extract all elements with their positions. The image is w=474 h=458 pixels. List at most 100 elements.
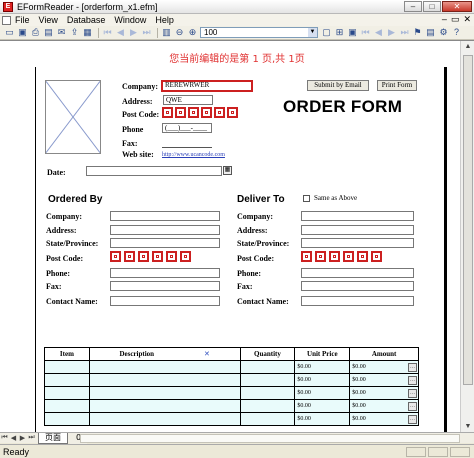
properties-icon[interactable]: ▤ bbox=[425, 27, 436, 38]
quantity-cell[interactable] bbox=[239, 386, 296, 400]
postcode-box[interactable] bbox=[201, 107, 212, 118]
item-cell[interactable] bbox=[44, 373, 90, 387]
export-icon[interactable]: ⇪ bbox=[69, 27, 80, 38]
tab-page[interactable]: 页面 bbox=[38, 432, 68, 444]
zoom-in-icon[interactable]: ⊕ bbox=[187, 27, 198, 38]
scrollbar-thumb[interactable] bbox=[463, 55, 473, 385]
postcode-box[interactable] bbox=[175, 107, 186, 118]
same-as-above-checkbox[interactable] bbox=[303, 195, 310, 202]
item-cell[interactable] bbox=[44, 386, 90, 400]
unit-price-cell[interactable]: $0.00 bbox=[294, 386, 351, 400]
page-setup-icon[interactable]: ▥ bbox=[161, 27, 172, 38]
postcode-box[interactable] bbox=[162, 107, 173, 118]
close-button[interactable]: ✕ bbox=[442, 1, 472, 12]
unit-price-cell[interactable]: $0.00 bbox=[294, 360, 351, 374]
tab-prev-icon[interactable]: ◀ bbox=[9, 434, 18, 442]
ordered-contact-input[interactable] bbox=[110, 296, 220, 306]
amount-cell[interactable]: $0.00… bbox=[349, 360, 419, 374]
ordered-address-input[interactable] bbox=[110, 225, 220, 235]
nav-first-icon[interactable]: ⏮ bbox=[360, 27, 371, 38]
postcode-box[interactable] bbox=[188, 107, 199, 118]
mdi-close-button[interactable]: ✕ bbox=[463, 14, 471, 25]
scroll-down-icon[interactable]: ▼ bbox=[462, 421, 474, 432]
calendar-icon[interactable]: ▦ bbox=[223, 166, 232, 175]
amount-cell[interactable]: $0.00… bbox=[349, 386, 419, 400]
first-page-icon[interactable]: ⏮ bbox=[102, 27, 113, 38]
menu-view[interactable]: View bbox=[39, 15, 58, 25]
postcode-box[interactable] bbox=[315, 251, 326, 262]
tab-first-icon[interactable]: ⏮ bbox=[0, 434, 9, 442]
preview-icon[interactable]: ▤ bbox=[43, 27, 54, 38]
deliver-fax-input[interactable] bbox=[301, 281, 414, 291]
menu-file[interactable]: File bbox=[15, 15, 30, 25]
date-input[interactable] bbox=[86, 166, 222, 176]
deliver-company-input[interactable] bbox=[301, 211, 414, 221]
description-cell[interactable] bbox=[88, 399, 241, 413]
photo-placeholder[interactable] bbox=[45, 80, 101, 154]
postcode-box[interactable] bbox=[152, 251, 163, 262]
pdf-icon[interactable]: ▦ bbox=[82, 27, 93, 38]
postcode-box[interactable] bbox=[110, 251, 121, 262]
settings-icon[interactable]: ⚙ bbox=[438, 27, 449, 38]
print-icon[interactable]: ⎙ bbox=[30, 27, 41, 38]
nav-prev-icon[interactable]: ◀ bbox=[373, 27, 384, 38]
ordered-fax-input[interactable] bbox=[110, 281, 220, 291]
ellipsis-icon[interactable]: … bbox=[408, 376, 417, 385]
vertical-scrollbar[interactable]: ▲ ▼ bbox=[460, 41, 474, 432]
postcode-box[interactable] bbox=[301, 251, 312, 262]
deliver-address-input[interactable] bbox=[301, 225, 414, 235]
document-icon[interactable] bbox=[2, 15, 11, 25]
postcode-box[interactable] bbox=[343, 251, 354, 262]
ellipsis-icon[interactable]: … bbox=[408, 363, 417, 372]
postcode-box[interactable] bbox=[329, 251, 340, 262]
menu-database[interactable]: Database bbox=[67, 15, 106, 25]
quantity-cell[interactable] bbox=[239, 360, 296, 374]
menu-help[interactable]: Help bbox=[155, 15, 174, 25]
ordered-state-input[interactable] bbox=[110, 238, 220, 248]
description-cell[interactable] bbox=[88, 412, 241, 426]
description-cell[interactable] bbox=[88, 386, 241, 400]
unit-price-cell[interactable]: $0.00 bbox=[294, 412, 351, 426]
mdi-restore-button[interactable]: ▭ bbox=[451, 14, 460, 25]
flag-icon[interactable]: ⚑ bbox=[412, 27, 423, 38]
ellipsis-icon[interactable]: … bbox=[408, 415, 417, 424]
scroll-up-icon[interactable]: ▲ bbox=[462, 41, 474, 53]
amount-cell[interactable]: $0.00… bbox=[349, 373, 419, 387]
chevron-down-icon[interactable]: ▼ bbox=[308, 28, 317, 37]
quantity-cell[interactable] bbox=[239, 412, 296, 426]
deliver-phone-input[interactable] bbox=[301, 268, 414, 278]
tab-last-icon[interactable]: ⏭ bbox=[27, 434, 36, 442]
ordered-phone-input[interactable] bbox=[110, 268, 220, 278]
company-input[interactable]: REREWRWER bbox=[161, 80, 253, 92]
maximize-button[interactable]: □ bbox=[423, 1, 441, 12]
item-cell[interactable] bbox=[44, 360, 90, 374]
nav-last-icon[interactable]: ⏭ bbox=[399, 27, 410, 38]
nav-next-icon[interactable]: ▶ bbox=[386, 27, 397, 38]
help-icon[interactable]: ? bbox=[451, 27, 462, 38]
fit-page-icon[interactable]: ▢ bbox=[321, 27, 332, 38]
unit-price-cell[interactable]: $0.00 bbox=[294, 373, 351, 387]
save-icon[interactable]: ▣ bbox=[17, 27, 28, 38]
zoom-select[interactable]: 100 ▼ bbox=[200, 27, 318, 38]
minimize-button[interactable]: – bbox=[404, 1, 422, 12]
next-page-icon[interactable]: ▶ bbox=[128, 27, 139, 38]
address-input[interactable]: QWE bbox=[163, 95, 213, 105]
deliver-state-input[interactable] bbox=[301, 238, 414, 248]
postcode-box[interactable] bbox=[166, 251, 177, 262]
quantity-cell[interactable] bbox=[239, 373, 296, 387]
ellipsis-icon[interactable]: … bbox=[408, 389, 417, 398]
item-cell[interactable] bbox=[44, 399, 90, 413]
postcode-box[interactable] bbox=[371, 251, 382, 262]
postcode-box[interactable] bbox=[357, 251, 368, 262]
prev-page-icon[interactable]: ◀ bbox=[115, 27, 126, 38]
description-cell[interactable] bbox=[88, 360, 241, 374]
postcode-box[interactable] bbox=[214, 107, 225, 118]
phone-input[interactable]: (___)___-____ bbox=[162, 123, 212, 133]
menu-window[interactable]: Window bbox=[114, 15, 146, 25]
tab-next-icon[interactable]: ▶ bbox=[18, 434, 27, 442]
postcode-box[interactable] bbox=[124, 251, 135, 262]
item-cell[interactable] bbox=[44, 412, 90, 426]
actual-size-icon[interactable]: ▣ bbox=[347, 27, 358, 38]
fit-width-icon[interactable]: ⊞ bbox=[334, 27, 345, 38]
ellipsis-icon[interactable]: … bbox=[408, 402, 417, 411]
